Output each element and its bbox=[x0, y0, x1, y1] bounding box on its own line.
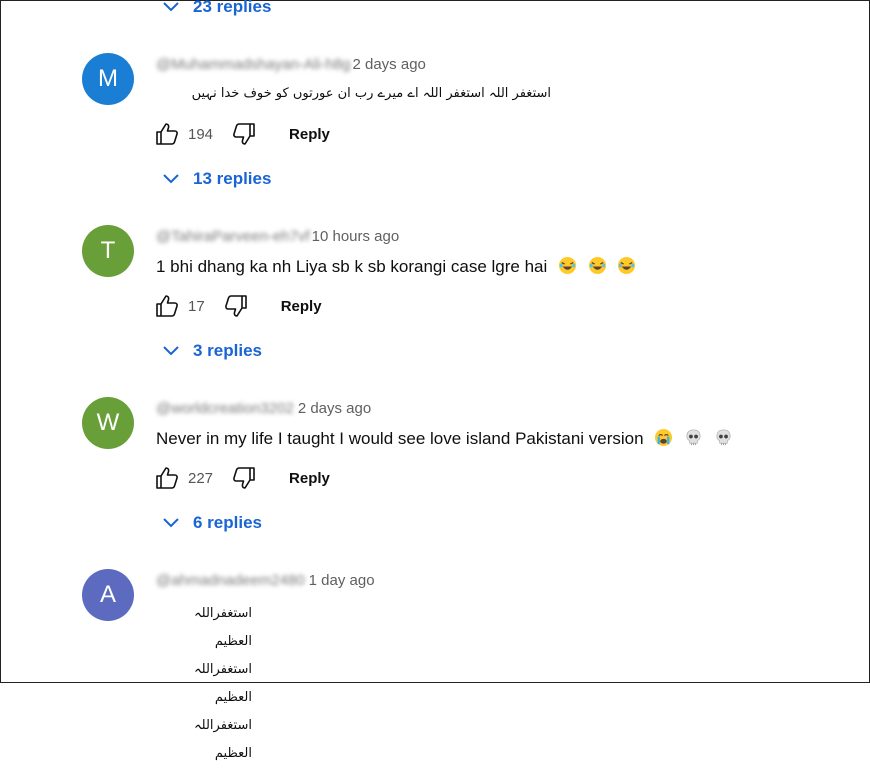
comment-text-line: استغفراللہ العظیم bbox=[194, 662, 252, 705]
replies-toggle[interactable]: 13 replies bbox=[163, 169, 271, 189]
comment-header: @TahiraParveen-eh7vf 10 hours ago bbox=[156, 228, 399, 245]
laughing-emoji-icon bbox=[618, 256, 636, 275]
dislike-button[interactable] bbox=[231, 465, 257, 491]
dislike-button[interactable] bbox=[231, 121, 257, 147]
replies-toggle-top[interactable]: 23 replies bbox=[163, 0, 271, 17]
thumbs-down-icon bbox=[224, 295, 247, 317]
chevron-down-icon bbox=[163, 518, 179, 528]
comment-time[interactable]: 1 day ago bbox=[309, 572, 375, 589]
crying-emoji-icon bbox=[655, 428, 673, 447]
thumbs-down-icon bbox=[233, 467, 255, 489]
comment-header: @ahmadnadeem2480 1 day ago bbox=[156, 572, 375, 589]
replies-toggle[interactable]: 3 replies bbox=[163, 341, 262, 361]
like-count: 227 bbox=[188, 469, 214, 487]
thumbs-up-icon bbox=[156, 123, 178, 145]
like-button[interactable] bbox=[154, 293, 180, 319]
avatar[interactable]: W bbox=[82, 397, 134, 449]
comment-time[interactable]: 2 days ago bbox=[352, 56, 425, 73]
chevron-down-icon bbox=[163, 2, 179, 12]
replies-toggle[interactable]: 6 replies bbox=[163, 513, 262, 533]
comment-header: @worldcreation3202 2 days ago bbox=[156, 400, 371, 417]
comment-header: @Muhammadshayan-Ali-h8g 2 days ago bbox=[156, 56, 426, 73]
comment-text-content: 1 bhi dhang ka nh Liya sb k sb korangi c… bbox=[156, 257, 548, 276]
comment-text: 1 bhi dhang ka nh Liya sb k sb korangi c… bbox=[156, 256, 636, 277]
comment-text: استغفراللہ العظیم استغفراللہ العظیم استغ… bbox=[156, 600, 252, 768]
comment-actions: 194 Reply bbox=[154, 121, 330, 147]
avatar[interactable]: M bbox=[82, 53, 134, 105]
comment-author[interactable]: @Muhammadshayan-Ali-h8g bbox=[156, 56, 350, 73]
reply-button[interactable]: Reply bbox=[289, 126, 330, 143]
comment-actions: 17 Reply bbox=[154, 293, 322, 319]
replies-toggle-label: 6 replies bbox=[193, 513, 262, 532]
comment-time[interactable]: 10 hours ago bbox=[312, 228, 400, 245]
like-button[interactable] bbox=[154, 465, 180, 491]
comment-text-line: استغفراللہ العظیم bbox=[194, 718, 252, 761]
comment-text-content: Never in my life I taught I would see lo… bbox=[156, 429, 644, 448]
chevron-down-icon bbox=[163, 346, 179, 356]
like-button[interactable] bbox=[154, 121, 180, 147]
comment-author[interactable]: @TahiraParveen-eh7vf bbox=[156, 228, 310, 245]
laughing-emoji-icon bbox=[588, 256, 606, 275]
comment-author[interactable]: @ahmadnadeem2480 bbox=[156, 572, 305, 589]
skull-emoji-icon bbox=[686, 429, 701, 446]
skull-emoji-icon bbox=[716, 429, 731, 446]
thumbs-down-icon bbox=[233, 123, 255, 145]
reply-button[interactable]: Reply bbox=[289, 470, 330, 487]
comment-text: استغفر اللہ استغفر اللہ اے میرے رب ان عو… bbox=[191, 86, 551, 101]
reply-button[interactable]: Reply bbox=[281, 298, 322, 315]
laughing-emoji-icon bbox=[558, 256, 577, 275]
comment-time[interactable]: 2 days ago bbox=[298, 400, 371, 417]
replies-toggle-label: 13 replies bbox=[193, 169, 272, 188]
like-count: 17 bbox=[188, 297, 205, 315]
avatar[interactable]: A bbox=[82, 569, 134, 621]
dislike-button[interactable] bbox=[223, 293, 249, 319]
like-count: 194 bbox=[188, 125, 214, 143]
replies-toggle-label: 3 replies bbox=[193, 341, 262, 360]
thumbs-up-icon bbox=[156, 295, 178, 317]
chevron-down-icon bbox=[163, 174, 179, 184]
avatar[interactable]: T bbox=[82, 225, 134, 277]
comment-actions: 227 Reply bbox=[154, 465, 330, 491]
comment-author[interactable]: @worldcreation3202 bbox=[156, 400, 294, 417]
comment-text: Never in my life I taught I would see lo… bbox=[156, 428, 733, 449]
thumbs-up-icon bbox=[156, 467, 178, 489]
comment-text-line: استغفراللہ العظیم bbox=[194, 606, 252, 649]
comments-panel bbox=[0, 0, 870, 683]
replies-toggle-label: 23 replies bbox=[193, 0, 272, 16]
